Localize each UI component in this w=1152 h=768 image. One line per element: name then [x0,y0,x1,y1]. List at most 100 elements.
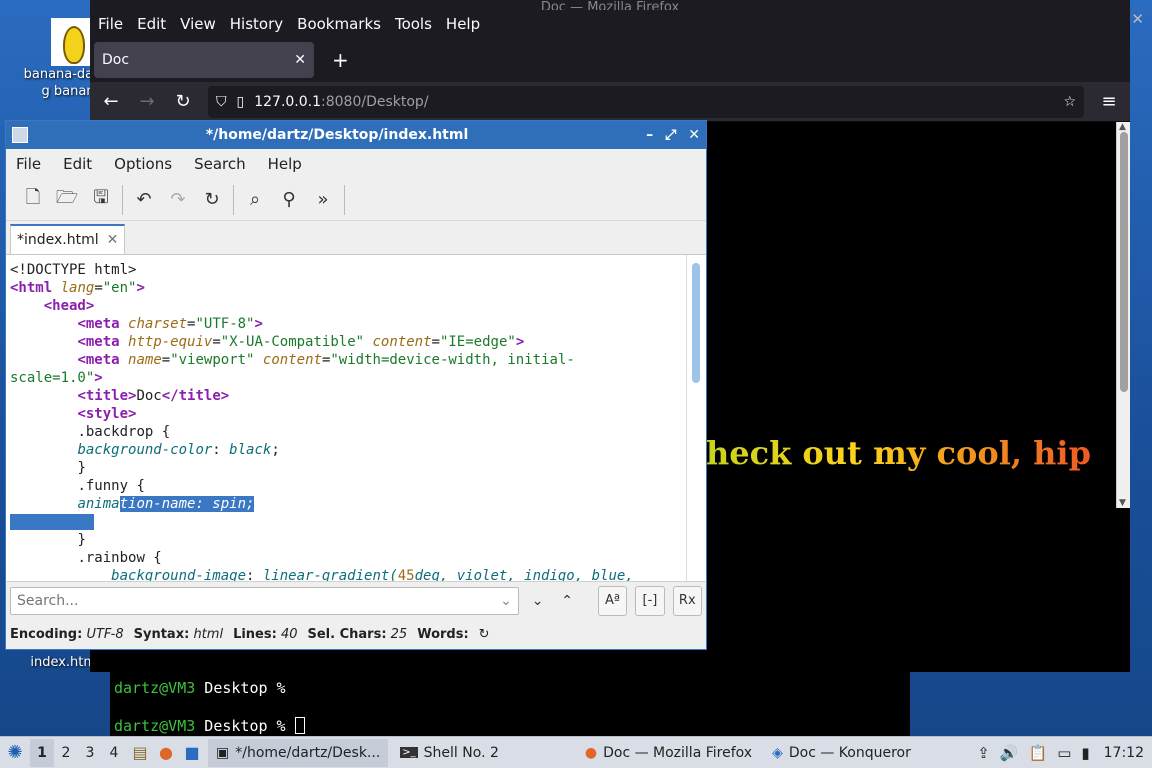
firefox-launcher-icon[interactable]: ● [154,741,178,765]
url-text: 127.0.0.1:8080/Desktop/ [254,94,428,110]
scroll-down-icon[interactable]: ▼ [1119,498,1126,508]
code-token: <meta [77,352,120,368]
code-token: <html [10,280,53,296]
search-input[interactable] [17,592,497,609]
scroll-up-icon[interactable]: ▲ [1119,122,1126,132]
code-line: <!DOCTYPE html> [10,261,706,279]
search-history-chevron-icon[interactable]: ⌄ [500,593,512,609]
code-token: </title> [161,388,230,404]
status-label: Encoding: [10,626,83,642]
ff-menu-help[interactable]: Help [446,15,480,33]
code-line: .rainbow { [10,549,706,567]
workspace-4[interactable]: 4 [102,745,126,761]
ff-menu-history[interactable]: History [230,15,283,33]
tray-upload-icon[interactable]: ⇪ [977,744,990,762]
code-line: .backdrop { [10,423,706,441]
workspace-3[interactable]: 3 [78,745,102,761]
redo-icon[interactable]: ↷ [161,183,195,217]
open-folder-icon[interactable]: 🗁 [50,183,84,217]
task-konqueror[interactable]: ◈ Doc — Konqueror [764,739,919,767]
page-info-icon[interactable]: ▯ [237,94,245,110]
ff-new-tab-icon[interactable]: + [332,48,349,72]
ff-menu-view[interactable]: View [180,15,216,33]
konqueror-task-icon: ◈ [772,744,783,761]
prompt-rest: Desktop % [195,717,295,735]
battery-icon[interactable]: ▮ [1081,744,1089,762]
clock[interactable]: 17:12 [1100,745,1144,761]
volume-icon[interactable]: 🔊 [1000,744,1019,762]
scrollbar-thumb[interactable] [1120,132,1128,392]
ff-tab-doc[interactable]: Doc ✕ [94,42,314,78]
task-firefox[interactable]: ● Doc — Mozilla Firefox [577,739,760,767]
workspace-2[interactable]: 2 [54,745,78,761]
ed-menu-options[interactable]: Options [114,155,172,173]
ff-menu-file[interactable]: File [98,15,123,33]
network-icon[interactable]: ▭ [1057,744,1071,762]
editor-scrollbar[interactable] [686,255,706,581]
shield-icon[interactable]: ⛉ [216,94,227,110]
regex-icon[interactable]: Rx [672,585,702,616]
more-chevron-icon[interactable]: » [306,183,340,217]
ff-tab-close-icon[interactable]: ✕ [294,52,306,68]
firefox-task-icon: ● [584,744,598,761]
clipboard-icon[interactable]: 📋 [1029,744,1048,762]
desktop-launcher-icon[interactable]: ■ [180,741,204,765]
url-host: 127.0.0.1 [254,93,322,110]
terminal-task-icon: >_ [400,747,418,758]
task-editor[interactable]: ▣ */home/dartz/Desk... [208,738,389,767]
back-arrow-icon[interactable]: ← [100,91,122,112]
doctype-text: <!DOCTYPE html> [10,262,137,278]
ff-tab-title: Doc [102,52,130,68]
status-syntax: Syntax: html [134,627,223,642]
find-next-chevron-icon[interactable]: ⌄ [527,593,549,609]
task-shell[interactable]: >_ Shell No. 2 [392,739,507,767]
maximize-icon[interactable]: ⤢ [665,127,676,143]
hamburger-menu-icon[interactable]: ≡ [1098,91,1120,112]
find-prev-chevron-icon[interactable]: ⌃ [556,593,578,609]
workspace-1[interactable]: 1 [30,738,54,767]
code-line: background-image: linear-gradient(45deg,… [10,567,706,581]
find-replace-icon[interactable]: ⚲ [272,183,306,217]
ed-menu-file[interactable]: File [16,155,41,173]
code-token: } [77,460,86,476]
reload-icon[interactable]: ↻ [172,91,194,112]
new-file-icon[interactable]: 🗋 [16,183,50,217]
undo-icon[interactable]: ↶ [127,183,161,217]
ff-menu-edit[interactable]: Edit [137,15,166,33]
ff-menu-bookmarks[interactable]: Bookmarks [297,15,381,33]
code-token: "IE=edge" [439,334,516,350]
editor-app-icon[interactable] [12,127,28,143]
firefox-tabbar: Doc ✕ + [90,38,1130,82]
status-lines: Lines: 40 [233,627,297,642]
taskbar: ✺ 1 2 3 4 ▤ ● ■ ▣ */home/dartz/Desk... >… [0,736,1152,768]
search-box[interactable]: ⌄ [10,586,519,615]
ed-menu-search[interactable]: Search [194,155,246,173]
editor-tab-index[interactable]: *index.html ✕ [10,224,126,254]
save-icon[interactable]: 🖫 [84,183,118,217]
ff-close-icon[interactable]: ✕ [1131,10,1144,28]
code-token: > [136,280,145,296]
code-area[interactable]: <!DOCTYPE html> <html lang="en"> <head> … [6,255,706,581]
ed-menu-edit[interactable]: Edit [63,155,92,173]
code-token: charset [128,316,188,332]
minimize-icon[interactable]: – [646,127,653,143]
file-manager-icon[interactable]: ▤ [128,741,152,765]
ed-menu-help[interactable]: Help [268,155,302,173]
code-token: background-color [77,442,213,458]
find-icon[interactable]: ⌕ [238,183,272,217]
ff-page-scrollbar[interactable]: ▲ ▼ [1116,122,1130,508]
ff-menu-tools[interactable]: Tools [395,15,432,33]
tab-close-icon[interactable]: ✕ [107,232,119,248]
reload-icon[interactable]: ↻ [195,183,229,217]
match-case-icon[interactable]: Aª [597,585,628,616]
status-sel-chars: Sel. Chars: 25 [308,627,408,642]
start-menu-icon[interactable]: ✺ [0,738,30,768]
bookmark-star-icon[interactable]: ☆ [1063,94,1076,110]
close-icon[interactable]: ✕ [688,127,700,143]
scrollbar-thumb[interactable] [692,263,700,383]
forward-arrow-icon[interactable]: → [136,91,158,112]
code-line [10,513,706,531]
url-bar[interactable]: ⛉ ▯ 127.0.0.1:8080/Desktop/ ☆ [208,85,1084,118]
whole-word-icon[interactable]: [-] [635,585,665,616]
refresh-words-icon[interactable]: ↻ [479,627,490,642]
